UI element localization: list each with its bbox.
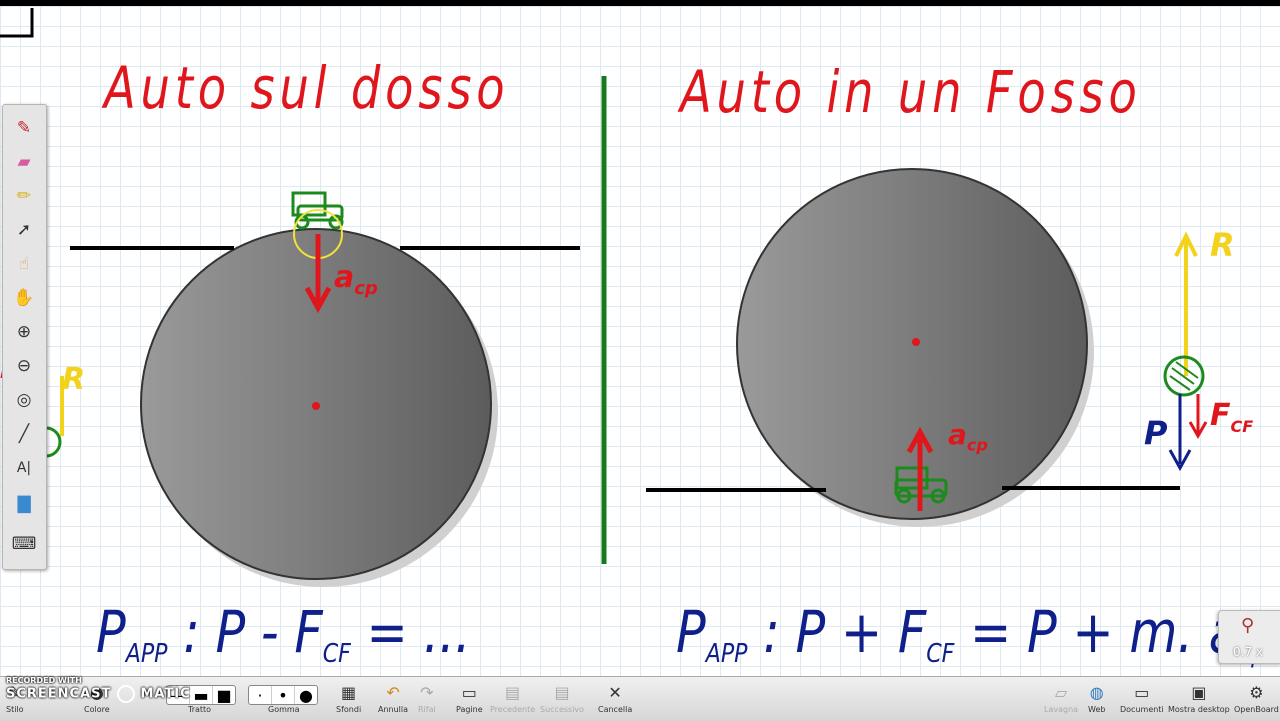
tool-palette: ✎ ▰ ✏ ➚ ☝ ✋ ⊕ ⊖ ◎ ╱ A| ▇ ⌨ [2,104,47,570]
line-icon[interactable]: ╱ [7,419,41,449]
small-eraser-icon[interactable]: · [249,686,272,705]
watermark-brand: SCREENCAST [6,686,112,702]
medium-eraser-icon[interactable]: • [272,686,295,705]
globe-icon: ◍ [1089,682,1104,702]
lavagna-button[interactable]: ▱ Lavagna [1044,679,1078,715]
rifai-button[interactable]: ↷ Rifai [418,679,436,715]
undo-icon: ↶ [386,682,400,702]
zoom-magnifier-icon[interactable]: ⚲ [1241,615,1254,636]
next-page-icon: ▤ [554,682,570,702]
ruler-icon[interactable]: ◎ [7,385,41,415]
mostra-desktop-button[interactable]: ▣ Mostra desktop [1168,679,1230,715]
thick-line-icon[interactable]: ■ [213,686,235,705]
pan-hand-icon[interactable]: ✋ [7,283,41,313]
right-p-label: P [1144,414,1168,452]
physics-drawing [30,76,1208,587]
eraser-icon[interactable]: ▰ [7,147,41,177]
gomma-selector[interactable]: · • ● [248,685,318,705]
right-acp-label: acp [948,418,988,455]
zoom-value: 0.7 x [1233,645,1263,659]
tratto-label: Tratto [188,705,212,714]
board-icon: ▱ [1054,682,1068,702]
left-formula: PAPP : P - FCF = ... [96,598,471,669]
background-icon: ▦ [341,682,357,702]
right-fcf-label: FCF [1210,398,1254,436]
left-r-label: R [62,362,86,397]
bottom-toolbar: ✎ Stilo ● Colore — ▬ ■ Tratto · • ● Gomma … [0,676,1280,721]
redo-icon: ↷ [420,682,434,702]
watermark-recorded-with: RECORDED WITH [6,676,82,685]
zoom-out-icon[interactable]: ⊖ [7,351,41,381]
precedente-button[interactable]: ▤ Precedente [490,679,535,715]
documenti-button[interactable]: ▭ Documenti [1120,679,1164,715]
desktop-icon: ▣ [1191,682,1207,702]
highlighter-icon[interactable]: ✏ [7,181,41,211]
pointer-hand-icon[interactable]: ☝ [7,249,41,279]
left-center-dot [312,402,320,410]
successivo-button[interactable]: ▤ Successivo [540,679,584,715]
watermark-brand-tail: MATIC [140,686,191,702]
previous-page-icon: ▤ [505,682,521,702]
annulla-button[interactable]: ↶ Annulla [378,679,408,715]
web-button[interactable]: ◍ Web [1088,679,1105,715]
right-center-dot [912,338,920,346]
pen-icon[interactable]: ✎ [7,113,41,143]
openboard-button[interactable]: ⚙ OpenBoard [1234,679,1279,715]
screencast-watermark: RECORDED WITH SCREENCAST MATIC [6,676,191,703]
whiteboard-canvas[interactable]: Auto sul dosso Auto in un Fosso acp acp … [0,6,1280,676]
zoom-widget[interactable]: ⚲ 0.7 x [1218,610,1280,664]
gear-icon: ⚙ [1249,682,1264,702]
sfondi-button[interactable]: ▦ Sfondi [336,679,361,715]
right-r-label: R [1210,226,1235,264]
select-arrow-icon[interactable]: ➚ [7,215,41,245]
right-formula: PAPP : P + FCF = P + m. acp. [676,598,1272,669]
medium-line-icon[interactable]: ▬ [190,686,213,705]
large-eraser-icon[interactable]: ● [295,686,317,705]
clear-page-icon: ✕ [608,682,622,702]
folder-icon: ▭ [1134,682,1150,702]
zoom-in-icon[interactable]: ⊕ [7,317,41,347]
pagine-button[interactable]: ▭ Pagine [456,679,483,715]
fill-icon[interactable]: ▇ [7,489,41,519]
watermark-logo-icon [116,685,135,703]
add-page-icon: ▭ [461,682,477,702]
text-icon[interactable]: A| [7,453,41,483]
cancella-button[interactable]: ✕ Cancella [598,679,632,715]
keyboard-icon[interactable]: ⌨ [7,529,41,559]
left-acp-label: acp [334,260,378,299]
gomma-label: Gomma [268,705,300,714]
